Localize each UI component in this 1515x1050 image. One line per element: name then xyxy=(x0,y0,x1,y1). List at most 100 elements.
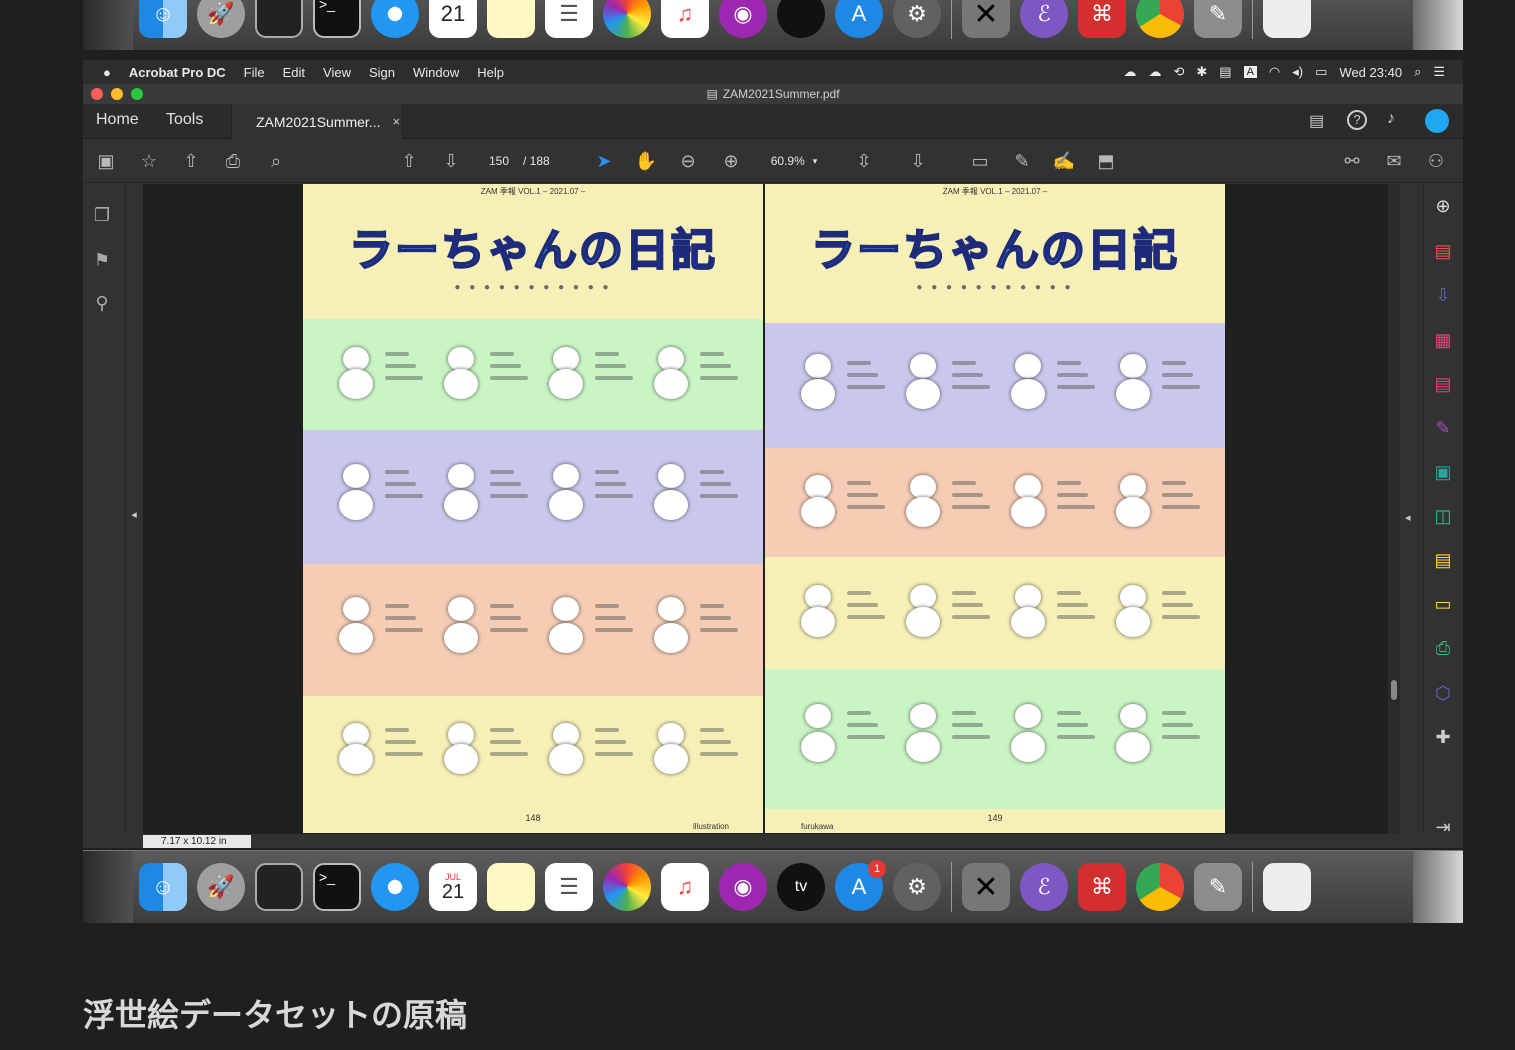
acrobat-icon[interactable]: ⌘ xyxy=(1078,0,1126,38)
help-icon[interactable]: ? xyxy=(1347,110,1367,130)
time-machine-icon[interactable]: ⟲ xyxy=(1173,64,1184,80)
calendar-icon[interactable]: JUL 21 xyxy=(429,863,477,911)
activity-monitor-icon[interactable] xyxy=(255,0,303,38)
tab-home[interactable]: Home xyxy=(96,111,139,129)
calendar-icon[interactable]: 21 xyxy=(429,0,477,38)
close-window-button[interactable] xyxy=(91,88,103,100)
dock-stack[interactable] xyxy=(83,851,133,923)
appletv-icon[interactable]: tv xyxy=(777,863,825,911)
document-tab[interactable]: ZAM2021Summer... × xyxy=(231,104,403,139)
appstore-icon[interactable]: A1 xyxy=(835,860,886,911)
sign-icon[interactable]: ✍ xyxy=(1051,149,1077,173)
menu-sign[interactable]: Sign xyxy=(360,65,404,80)
highlight-icon[interactable]: ✎ xyxy=(1009,149,1035,173)
gimp-icon[interactable]: ✎ xyxy=(1194,0,1242,38)
preview-icon[interactable] xyxy=(1263,863,1311,911)
emacs-icon[interactable]: ℰ xyxy=(1020,863,1068,911)
add-user-icon[interactable]: ⚇ xyxy=(1423,149,1449,173)
print-icon[interactable]: ⎙ xyxy=(220,149,246,173)
acrobat-icon[interactable]: ⌘ xyxy=(1078,863,1126,911)
find-icon[interactable]: ⌕ xyxy=(263,149,289,173)
input-source-icon[interactable]: A xyxy=(1243,66,1257,78)
safari-icon[interactable]: ✦ xyxy=(371,0,419,38)
music-icon[interactable]: ♫ xyxy=(661,863,709,911)
bookmark-star-icon[interactable]: ☆ xyxy=(136,149,162,173)
enhance-scan-icon[interactable]: ⊕ xyxy=(1432,195,1454,217)
page-thumbnails-icon[interactable]: ❐ xyxy=(91,204,113,226)
hand-tool-icon[interactable]: ✋ xyxy=(633,149,659,173)
page-number-input[interactable]: 150 xyxy=(475,149,523,173)
collapse-right-panel-icon[interactable]: ◂ xyxy=(1405,511,1411,524)
trash-icon[interactable] xyxy=(1413,0,1463,50)
system-preferences-icon[interactable]: ⚙ xyxy=(893,0,941,38)
close-tab-icon[interactable]: × xyxy=(393,114,401,129)
photos-icon[interactable] xyxy=(603,0,651,38)
terminal-icon[interactable]: >_ xyxy=(313,863,361,911)
menu-help[interactable]: Help xyxy=(468,65,513,80)
safari-icon[interactable]: ✦ xyxy=(371,863,419,911)
bluetooth-icon[interactable]: ✱ xyxy=(1196,64,1207,80)
edit-pdf-icon[interactable]: ▤ xyxy=(1432,373,1454,395)
spotlight-icon[interactable]: ⌕ xyxy=(1414,64,1421,80)
menu-window[interactable]: Window xyxy=(404,65,468,80)
chrome-icon[interactable] xyxy=(1136,0,1184,38)
terminal-icon[interactable]: >_ xyxy=(313,0,361,38)
wifi-icon[interactable]: ◠ xyxy=(1269,64,1280,80)
create-pdf-icon[interactable]: ▤ xyxy=(1432,240,1454,262)
menu-clock[interactable]: Wed 23:40 xyxy=(1339,65,1402,80)
zoom-in-icon[interactable]: ⊕ xyxy=(718,149,744,173)
podcasts-icon[interactable]: ◉ xyxy=(719,863,767,911)
finder-icon[interactable]: ☺ xyxy=(139,863,187,911)
collapse-left-panel-icon[interactable]: ◂ xyxy=(123,504,145,526)
fill-sign-icon[interactable]: ✎ xyxy=(1432,417,1454,439)
email-icon[interactable]: ✉ xyxy=(1381,149,1407,173)
activity-monitor-icon[interactable] xyxy=(255,863,303,911)
cloud-sync-icon[interactable]: ☁ xyxy=(1148,64,1161,80)
zoom-window-button[interactable] xyxy=(131,88,143,100)
appstore-icon[interactable]: A xyxy=(835,0,883,38)
notifications-icon[interactable]: ♪ xyxy=(1387,110,1395,128)
music-icon[interactable]: ♫ xyxy=(661,0,709,38)
add-comment-icon[interactable]: ▭ xyxy=(967,149,993,173)
launchpad-icon[interactable]: 🚀 xyxy=(197,0,245,38)
expand-tools-icon[interactable]: ⇥ xyxy=(1432,816,1454,838)
trash-icon[interactable] xyxy=(1413,851,1463,923)
export-pdf-icon[interactable]: ⇩ xyxy=(1432,284,1454,306)
select-tool-icon[interactable]: ➤ xyxy=(591,149,617,173)
reminders-icon[interactable]: ☰ xyxy=(545,0,593,38)
scrollbar-thumb[interactable] xyxy=(1391,680,1397,700)
menu-file[interactable]: File xyxy=(235,65,274,80)
notes-icon[interactable] xyxy=(487,863,535,911)
zoom-level-select[interactable]: 60.9% ▾ xyxy=(763,149,825,173)
system-preferences-icon[interactable]: ⚙ xyxy=(893,863,941,911)
preview-icon[interactable] xyxy=(1263,0,1311,38)
gimp-icon[interactable]: ✎ xyxy=(1194,863,1242,911)
memory-icon[interactable]: ▤ xyxy=(1219,64,1231,80)
save-icon[interactable]: ▣ xyxy=(93,149,119,173)
chrome-icon[interactable] xyxy=(1136,863,1184,911)
appletv-icon[interactable] xyxy=(777,0,825,38)
zoom-out-icon[interactable]: ⊖ xyxy=(675,149,701,173)
protect-icon[interactable]: ⬡ xyxy=(1432,682,1454,704)
document-canvas[interactable]: ZAM 季報 VOL.1 – 2021.07 – ラーちゃんの日記 ● ● ● … xyxy=(143,184,1400,834)
print-production-icon[interactable]: ⎙ xyxy=(1432,637,1454,659)
page-display-icon[interactable]: ⇳ xyxy=(851,149,877,173)
next-page-icon[interactable]: ⇩ xyxy=(438,149,464,173)
control-center-icon[interactable]: ☰ xyxy=(1433,64,1445,80)
vertical-scrollbar[interactable] xyxy=(1388,184,1400,834)
combine-files-icon[interactable]: ▤ xyxy=(1432,549,1454,571)
scroll-mode-icon[interactable]: ⇩ xyxy=(905,149,931,173)
bookmarks-icon[interactable]: ⚑ xyxy=(91,249,113,271)
tab-tools[interactable]: Tools xyxy=(166,111,203,129)
request-signature-icon[interactable]: ▣ xyxy=(1432,461,1454,483)
organize-pages-icon[interactable]: ▦ xyxy=(1432,329,1454,351)
menu-edit[interactable]: Edit xyxy=(274,65,314,80)
compare-icon[interactable]: ◫ xyxy=(1432,505,1454,527)
x11-icon[interactable]: ✕ xyxy=(962,863,1010,911)
previous-page-icon[interactable]: ⇧ xyxy=(396,149,422,173)
attachments-icon[interactable]: ⚲ xyxy=(91,292,113,314)
menu-view[interactable]: View xyxy=(314,65,360,80)
launchpad-icon[interactable]: 🚀 xyxy=(197,863,245,911)
share-link-icon[interactable]: ⚯ xyxy=(1339,149,1365,173)
creative-cloud-icon[interactable]: ☁ xyxy=(1123,64,1136,80)
